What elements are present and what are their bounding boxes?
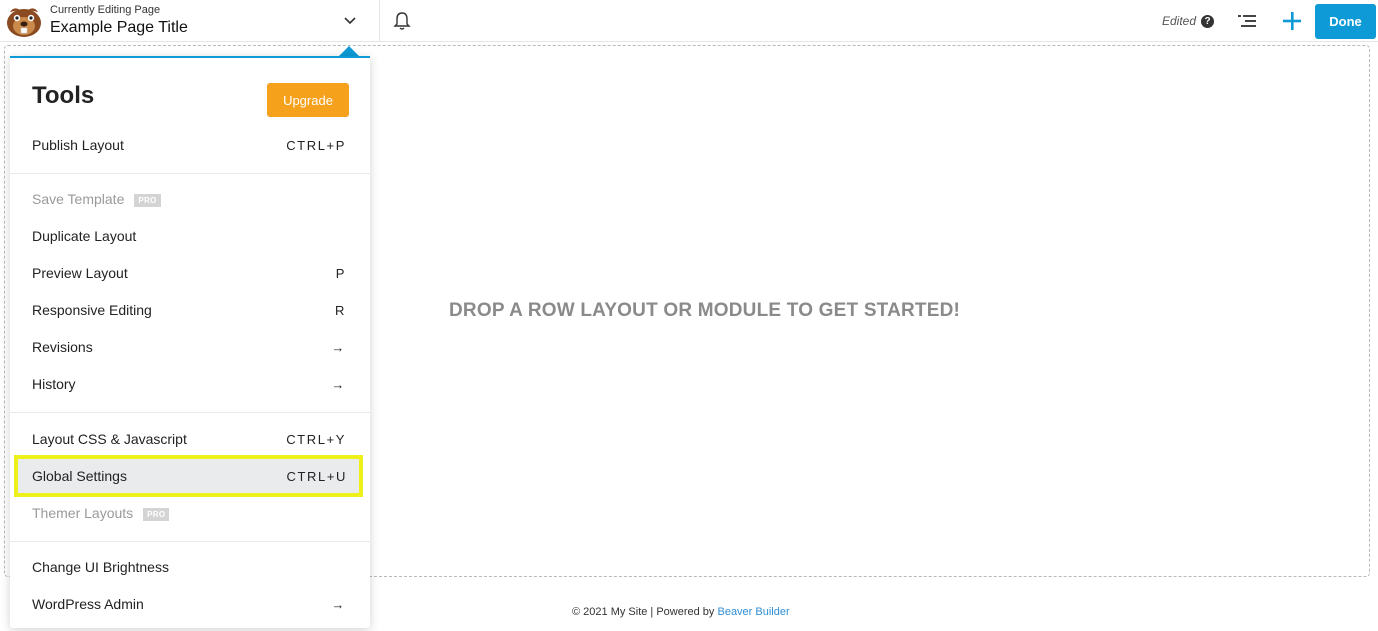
shortcut-label: CTRL+Y [286, 431, 346, 447]
shortcut-label: CTRL+P [286, 137, 346, 153]
shortcut-label: P [335, 265, 346, 281]
toolbar-divider [379, 0, 380, 42]
upgrade-button[interactable]: Upgrade [267, 83, 349, 117]
menu-item-global-settings[interactable]: Global Settings CTRL+U [14, 455, 363, 497]
menu-item-label-wrap: Save Template PRO [32, 191, 161, 207]
editing-subtitle: Currently Editing Page [50, 4, 161, 16]
panel-header: Tools Upgrade [10, 58, 370, 122]
menu-item-label: Layout CSS & Javascript [32, 431, 187, 447]
done-button[interactable]: Done [1315, 4, 1376, 39]
shortcut-label: CTRL+U [286, 468, 347, 484]
panel-title: Tools [32, 82, 95, 109]
menu-item-preview-layout[interactable]: Preview Layout P [10, 256, 370, 290]
menu-item-revisions[interactable]: Revisions → [10, 330, 370, 364]
tools-panel: Tools Upgrade Publish Layout CTRL+P Save… [10, 56, 370, 628]
menu-item-themer-layouts[interactable]: Themer Layouts PRO [10, 496, 370, 530]
menu-item-label: Change UI Brightness [32, 559, 169, 575]
menu-item-label: Responsive Editing [32, 302, 152, 318]
drop-message: DROP A ROW LAYOUT OR MODULE TO GET START… [449, 300, 961, 321]
help-icon[interactable]: ? [1201, 14, 1215, 28]
panel-caret [339, 46, 359, 56]
menu-item-layout-css-js[interactable]: Layout CSS & Javascript CTRL+Y [10, 422, 370, 456]
menu-item-duplicate-layout[interactable]: Duplicate Layout [10, 219, 370, 253]
shortcut-label: R [335, 302, 346, 318]
page-meta: Currently Editing Page Example Page Titl… [50, 4, 188, 38]
menu-item-change-ui-brightness[interactable]: Change UI Brightness [10, 550, 370, 584]
menu-item-wordpress-admin[interactable]: WordPress Admin → [10, 587, 370, 621]
menu-item-label: Revisions [32, 339, 93, 355]
arrow-right-icon: → [331, 376, 346, 392]
menu-item-label: Save Template [32, 191, 125, 207]
bell-icon[interactable] [393, 11, 411, 31]
arrow-right-icon: → [331, 339, 346, 355]
footer-link[interactable]: Beaver Builder [717, 606, 789, 618]
page-title[interactable]: Example Page Title [50, 18, 188, 38]
outline-list-icon[interactable] [1236, 12, 1258, 30]
top-toolbar: Currently Editing Page Example Page Titl… [0, 0, 1378, 42]
menu-divider [10, 541, 370, 542]
menu-item-label: Duplicate Layout [32, 228, 137, 244]
menu-item-publish-layout[interactable]: Publish Layout CTRL+P [10, 128, 370, 162]
pro-badge: PRO [134, 193, 161, 207]
menu-item-responsive-editing[interactable]: Responsive Editing R [10, 293, 370, 327]
menu-divider [10, 173, 370, 174]
menu-divider [10, 412, 370, 413]
menu-item-history[interactable]: History → [10, 367, 370, 401]
arrow-right-icon: → [331, 596, 346, 612]
menu-item-label: Preview Layout [32, 265, 128, 281]
menu-item-label: History [32, 376, 76, 392]
chevron-down-icon[interactable] [342, 14, 358, 28]
edited-status: Edited ? [1162, 14, 1215, 28]
plus-icon[interactable] [1282, 10, 1302, 32]
pro-badge: PRO [143, 507, 170, 521]
menu-item-label: WordPress Admin [32, 596, 144, 612]
menu-item-label: Global Settings [32, 468, 127, 484]
menu-item-label: Themer Layouts [32, 505, 134, 521]
beaver-logo-icon[interactable] [4, 4, 44, 38]
menu-item-label: Publish Layout [32, 137, 124, 153]
menu-item-label-wrap: Themer Layouts PRO [32, 505, 170, 521]
menu-item-save-template[interactable]: Save Template PRO [10, 182, 370, 216]
edited-label: Edited [1162, 14, 1197, 28]
footer-text: © 2021 My Site | Powered by [572, 606, 718, 618]
